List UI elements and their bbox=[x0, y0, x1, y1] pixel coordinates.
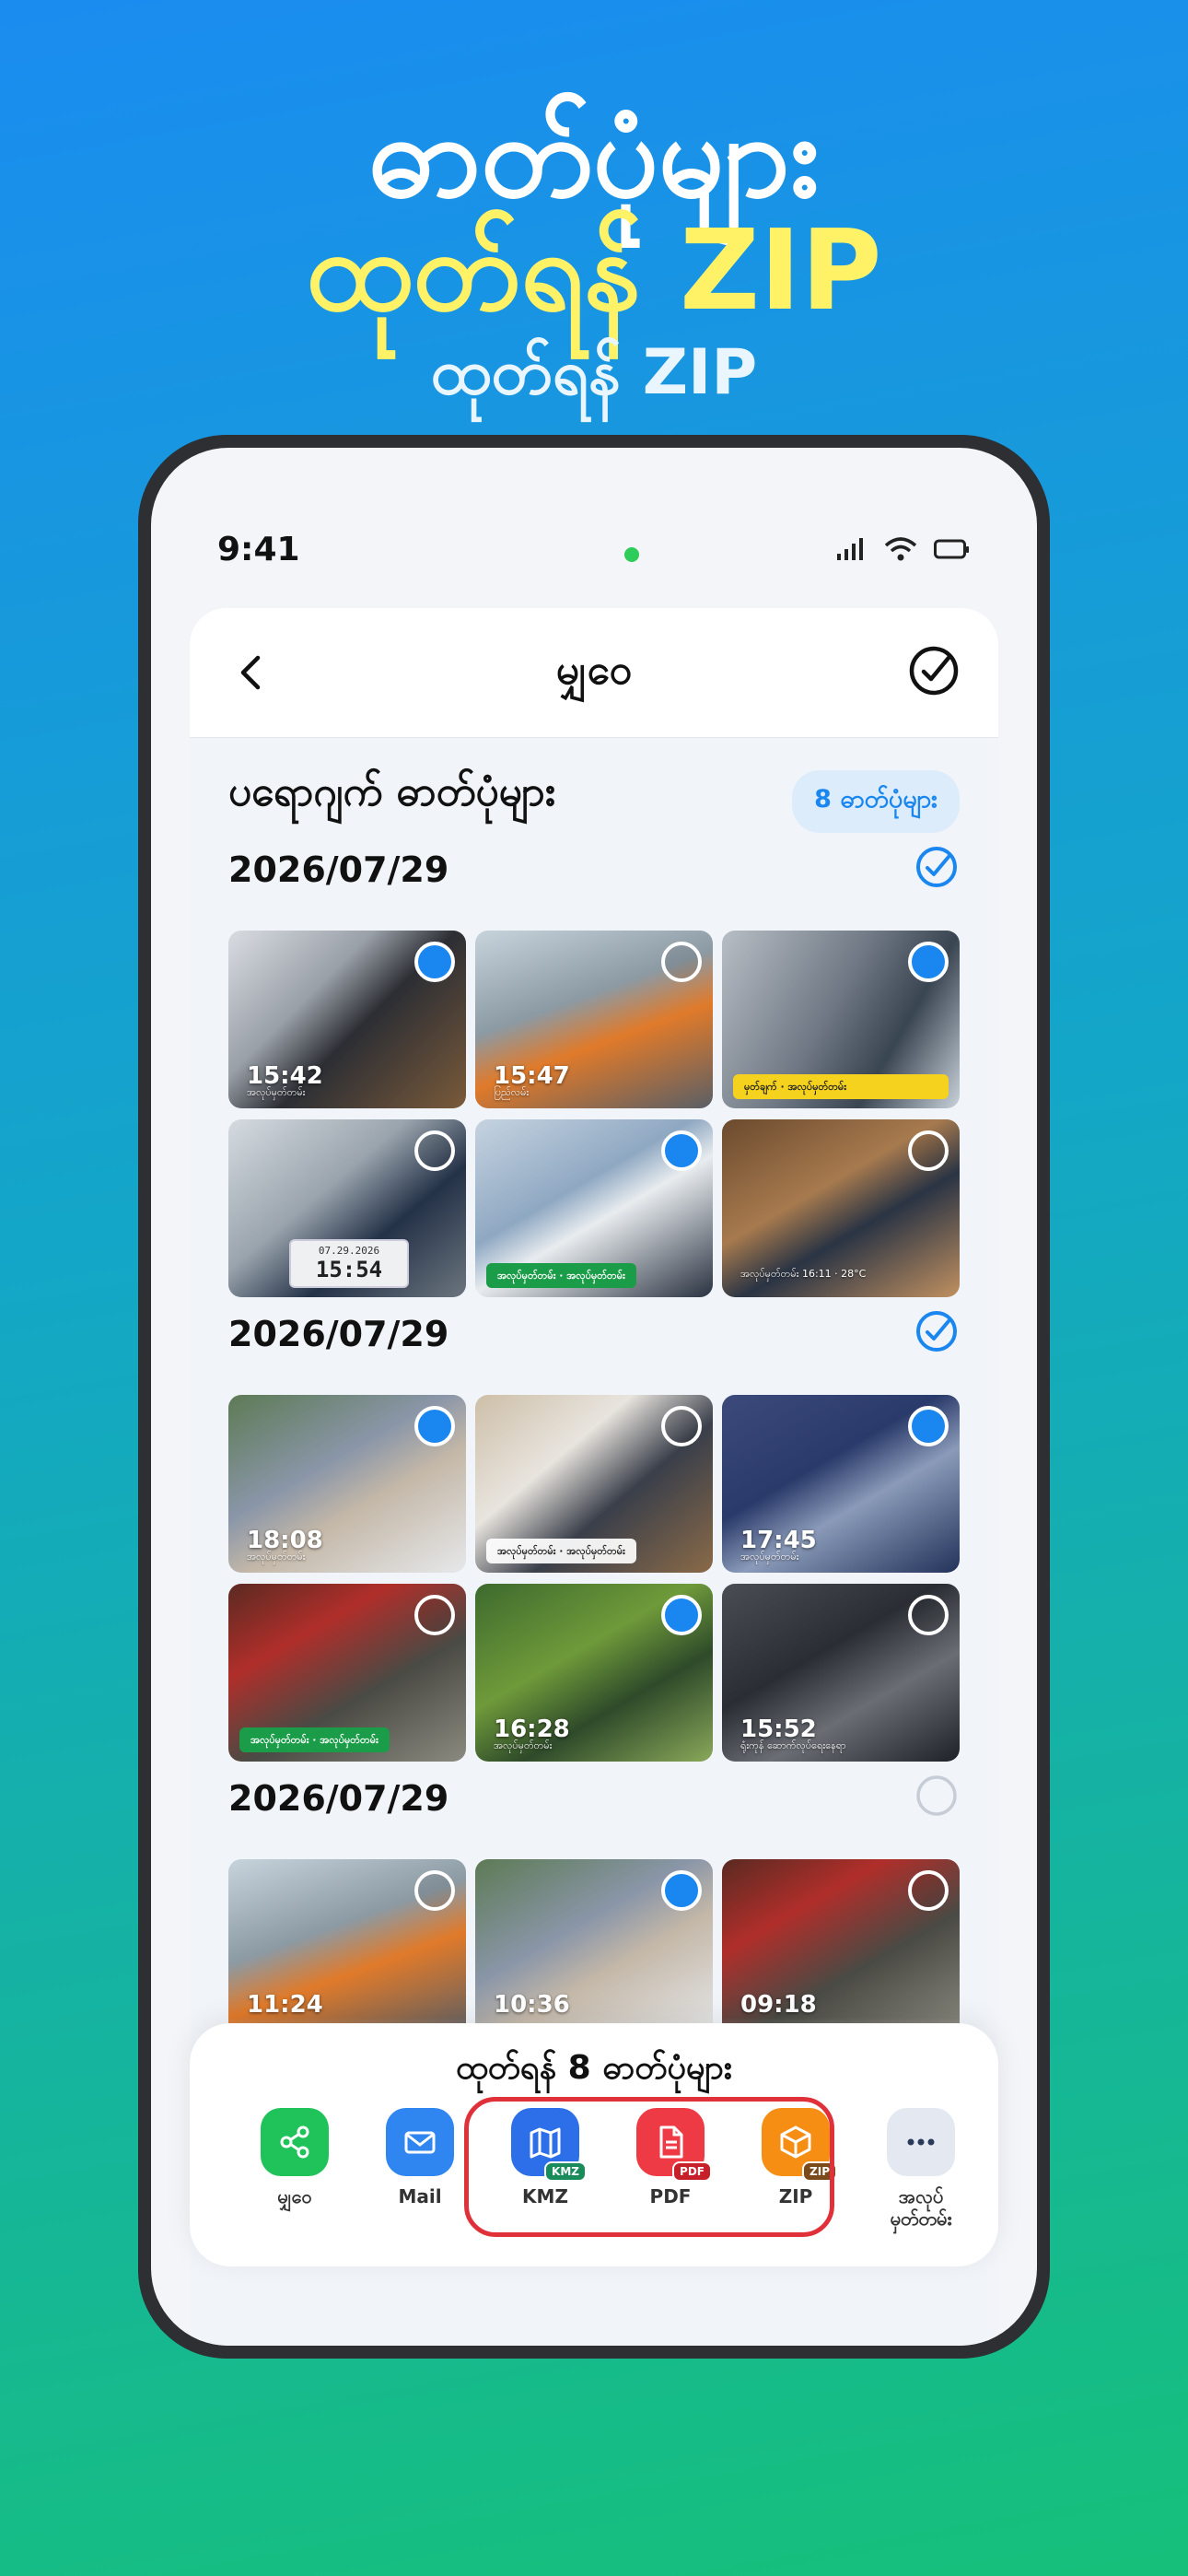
photo-select-radio[interactable] bbox=[661, 1406, 702, 1446]
photo-select-radio[interactable] bbox=[661, 1870, 702, 1911]
photo-thumbnail[interactable]: 07.29.2026 15:54 bbox=[228, 1119, 466, 1297]
nav-bar: မျှဝေ bbox=[190, 608, 998, 738]
more-icon bbox=[887, 2108, 955, 2176]
photo-select-radio[interactable] bbox=[908, 1406, 949, 1446]
group-select-check-icon[interactable] bbox=[914, 1308, 960, 1354]
section-title: ပရောဂျက် ဓာတ်ပုံများ bbox=[228, 768, 555, 815]
photo-select-radio[interactable] bbox=[661, 1595, 702, 1635]
photo-stamp: မှတ်ချက် · အလုပ်မှတ်တမ်း bbox=[733, 1074, 949, 1099]
photo-time: 10:36 bbox=[494, 1991, 570, 2019]
photo-thumbnail[interactable]: 10:36 bbox=[475, 1859, 713, 2037]
share-action-mail[interactable]: Mail bbox=[365, 2108, 475, 2207]
date-group-header: 2026/07/29 bbox=[228, 1308, 960, 1364]
photo-grid: 11:24 10:36 09:18 bbox=[228, 1859, 960, 2037]
stamp-time: 15:54 bbox=[315, 1257, 383, 1282]
photo-thumbnail[interactable]: 11:24 bbox=[228, 1859, 466, 2037]
photo-select-radio[interactable] bbox=[908, 1595, 949, 1635]
action-label-line-1: အလုပ် bbox=[898, 2185, 944, 2207]
photo-thumbnail[interactable]: အလုပ်မှတ်တမ်း 16:11 · 28°C bbox=[722, 1119, 960, 1297]
photo-time: 11:24 bbox=[247, 1991, 323, 2019]
camera-indicator-dot bbox=[624, 547, 639, 562]
date-group-header: 2026/07/29 bbox=[228, 844, 960, 899]
photo-caption: ပြည်လမ်း bbox=[494, 1086, 530, 1098]
photo-stamp: အလုပ်မှတ်တမ်း · အလုပ်မှတ်တမ်း bbox=[239, 1727, 390, 1752]
share-sheet-title: ထုတ်ရန် 8 ဓာတ်ပုံများ bbox=[455, 2049, 733, 2087]
battery-icon bbox=[934, 539, 969, 559]
photo-stamp: အလုပ်မှတ်တမ်း · အလုပ်မှတ်တမ်း bbox=[486, 1263, 636, 1288]
photo-thumbnail[interactable]: အလုပ်မှတ်တမ်း · အလုပ်မှတ်တမ်း bbox=[475, 1119, 713, 1297]
group-date: 2026/07/29 bbox=[228, 849, 449, 890]
photo-thumbnail[interactable]: အလုပ်မှတ်တမ်း · အလုပ်မှတ်တမ်း bbox=[228, 1584, 466, 1762]
group-select-circle-icon[interactable] bbox=[914, 1773, 960, 1819]
headline-line-3: ထုတ်ရန် ZIP bbox=[430, 336, 758, 409]
headline-line-2: ထုတ်ရန် ZIP bbox=[306, 207, 882, 335]
phone-screen: 9:41 မျှဝေ ပရောဂျက် ဓာတ်ပုံများ 8 ဓာတ်ပု… bbox=[151, 448, 1037, 2346]
photo-caption: အလုပ်မှတ်တမ်း bbox=[247, 1086, 306, 1098]
group-select-check-icon[interactable] bbox=[914, 844, 960, 890]
share-action-share[interactable]: မျှဝေ bbox=[239, 2108, 350, 2207]
share-sheet: ထုတ်ရန် 8 ဓာတ်ပုံများ မျှဝေ Mail KMZ KMZ bbox=[190, 2023, 998, 2266]
photo-select-radio[interactable] bbox=[414, 942, 455, 982]
photo-grid: 15:42 အလုပ်မှတ်တမ်း 15:47 ပြည်လမ်း မှတ်ခ… bbox=[228, 931, 960, 1297]
nav-title: မျှဝေ bbox=[555, 647, 633, 694]
photo-thumbnail[interactable]: 09:18 bbox=[722, 1859, 960, 2037]
signal-icon bbox=[837, 538, 863, 560]
photo-select-radio[interactable] bbox=[414, 1595, 455, 1635]
status-bar: 9:41 bbox=[217, 531, 971, 577]
photo-thumbnail[interactable]: မှတ်ချက် · အလုပ်မှတ်တမ်း bbox=[722, 931, 960, 1108]
photo-thumbnail[interactable]: 15:42 အလုပ်မှတ်တမ်း bbox=[228, 931, 466, 1108]
status-time: 9:41 bbox=[217, 531, 300, 568]
photo-select-radio[interactable] bbox=[414, 1406, 455, 1446]
photo-select-radio[interactable] bbox=[908, 942, 949, 982]
photo-caption: အလုပ်မှတ်တမ်း bbox=[494, 1739, 553, 1751]
select-all-check-icon[interactable] bbox=[906, 643, 961, 698]
photo-thumbnail[interactable]: အလုပ်မှတ်တမ်း · အလုပ်မှတ်တမ်း bbox=[475, 1395, 713, 1573]
photo-stamp: အလုပ်မှတ်တမ်း · အလုပ်မှတ်တမ်း bbox=[486, 1539, 636, 1563]
photo-select-radio[interactable] bbox=[661, 1130, 702, 1171]
share-icon bbox=[261, 2108, 329, 2176]
action-label: အလုပ် မှတ်တမ်း bbox=[866, 2185, 976, 2230]
status-icons bbox=[836, 536, 971, 562]
photo-caption: ရုံးကုန် ဆောက်လုပ်ရေးနေရာ bbox=[740, 1739, 846, 1751]
photo-thumbnail[interactable]: 16:28 အလုပ်မှတ်တမ်း bbox=[475, 1584, 713, 1762]
phone-frame: 9:41 မျှဝေ ပရောဂျက် ဓာတ်ပုံများ 8 ဓာတ်ပု… bbox=[138, 435, 1050, 2359]
action-label-line-2: မှတ်တမ်း bbox=[890, 2207, 952, 2230]
photo-select-radio[interactable] bbox=[414, 1130, 455, 1171]
group-date: 2026/07/29 bbox=[228, 1778, 449, 1819]
share-action-more[interactable]: အလုပ် မှတ်တမ်း bbox=[866, 2108, 976, 2230]
action-label: Mail bbox=[398, 2185, 442, 2207]
photo-select-radio[interactable] bbox=[414, 1870, 455, 1911]
photo-count-badge: 8 ဓာတ်ပုံများ bbox=[792, 770, 960, 833]
photo-select-radio[interactable] bbox=[908, 1870, 949, 1911]
mail-icon bbox=[386, 2108, 454, 2176]
photo-caption: အလုပ်မှတ်တမ်း 16:11 · 28°C bbox=[740, 1268, 867, 1280]
photo-caption: အလုပ်မှတ်တမ်း bbox=[740, 1551, 799, 1563]
date-group-header: 2026/07/29 bbox=[228, 1773, 960, 1828]
photo-select-radio[interactable] bbox=[661, 942, 702, 982]
wifi-icon bbox=[884, 537, 917, 561]
photo-caption: အလုပ်မှတ်တမ်း bbox=[247, 1551, 306, 1563]
export-options-highlight bbox=[464, 2097, 834, 2237]
datetime-stamp: 07.29.2026 15:54 bbox=[289, 1239, 409, 1288]
action-label: မျှဝေ bbox=[277, 2185, 312, 2207]
photo-grid: 18:08 အလုပ်မှတ်တမ်း အလုပ်မှတ်တမ်း · အလုပ… bbox=[228, 1395, 960, 1762]
photo-thumbnail[interactable]: 17:45 အလုပ်မှတ်တမ်း bbox=[722, 1395, 960, 1573]
photo-select-radio[interactable] bbox=[908, 1130, 949, 1171]
photo-thumbnail[interactable]: 15:52 ရုံးကုန် ဆောက်လုပ်ရေးနေရာ bbox=[722, 1584, 960, 1762]
photo-thumbnail[interactable]: 18:08 အလုပ်မှတ်တမ်း bbox=[228, 1395, 466, 1573]
photo-time: 09:18 bbox=[740, 1991, 817, 2019]
photo-thumbnail[interactable]: 15:47 ပြည်လမ်း bbox=[475, 931, 713, 1108]
group-date: 2026/07/29 bbox=[228, 1314, 449, 1354]
stamp-date: 07.29.2026 bbox=[318, 1245, 380, 1257]
